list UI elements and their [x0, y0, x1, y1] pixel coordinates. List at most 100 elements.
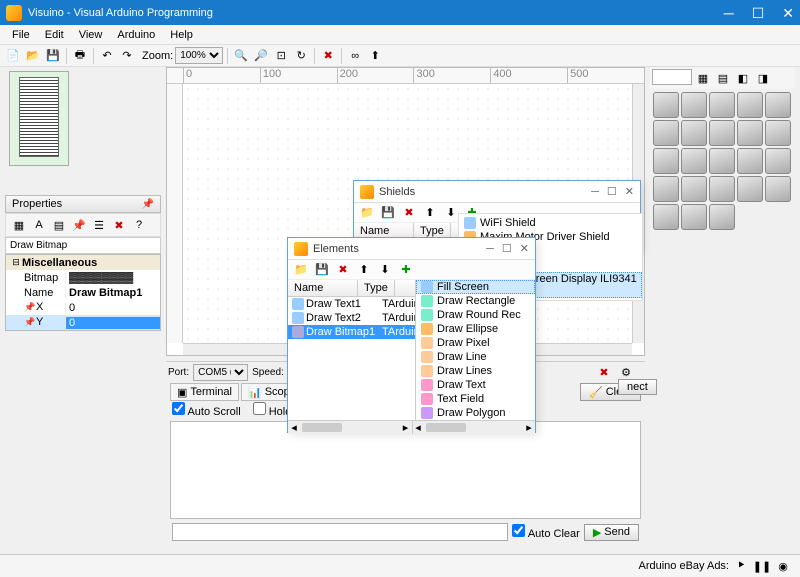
- send-input[interactable]: [172, 523, 508, 541]
- palette-item[interactable]: [765, 176, 791, 202]
- draw-option[interactable]: Draw Lines: [416, 364, 535, 378]
- terminal-output[interactable]: [170, 421, 641, 519]
- undo-icon[interactable]: ↶: [98, 47, 116, 65]
- zoom-in-icon[interactable]: 🔍: [232, 47, 250, 65]
- zoom-out-icon[interactable]: 🔎: [252, 47, 270, 65]
- prop-name-value[interactable]: Draw Bitmap1: [65, 287, 160, 299]
- props-sort-icon[interactable]: A: [30, 216, 48, 234]
- palette-item[interactable]: [765, 148, 791, 174]
- palette-cat3-icon[interactable]: ◧: [734, 69, 752, 87]
- status-icon-2[interactable]: ❚❚: [753, 557, 771, 575]
- draw-option[interactable]: Draw Round Rec: [416, 308, 535, 322]
- draw-option[interactable]: Draw Rectangle: [416, 294, 535, 308]
- elements-min-icon[interactable]: ─: [486, 243, 494, 255]
- preview-thumbnail[interactable]: [9, 71, 69, 166]
- autoclear-check[interactable]: Auto Clear: [512, 524, 579, 540]
- shields-close-icon[interactable]: ✕: [625, 185, 634, 198]
- palette-item[interactable]: [765, 120, 791, 146]
- menu-file[interactable]: File: [6, 27, 36, 43]
- hold-check[interactable]: Hold: [253, 402, 292, 418]
- shields-min-icon[interactable]: ─: [591, 186, 599, 198]
- elements-window[interactable]: Elements ─ ☐ ✕ 📁 💾 ✖ ⬆ ⬇ ✚ NameType Draw…: [287, 237, 536, 433]
- element-row[interactable]: Draw Text2TArduinoColo: [288, 311, 415, 325]
- elements-scroll-h[interactable]: ◂▸ ◂▸: [288, 420, 535, 434]
- pin-icon[interactable]: 📌: [142, 199, 154, 210]
- open-icon[interactable]: 📂: [24, 47, 42, 65]
- palette-item[interactable]: [681, 176, 707, 202]
- palette-search[interactable]: [652, 69, 692, 85]
- delete-icon[interactable]: ✖: [334, 261, 352, 279]
- autoscroll-check[interactable]: Auto Scroll: [172, 402, 241, 418]
- connect-button[interactable]: nect: [618, 379, 657, 395]
- palette-item[interactable]: [653, 148, 679, 174]
- props-clear-icon[interactable]: ✖: [110, 216, 128, 234]
- draw-option[interactable]: Draw Pixel: [416, 336, 535, 350]
- misc-group[interactable]: Miscellaneous: [22, 257, 97, 269]
- menu-edit[interactable]: Edit: [39, 27, 70, 43]
- port-select[interactable]: COM5 (U: [193, 364, 248, 381]
- menu-view[interactable]: View: [73, 27, 109, 43]
- arduino-icon[interactable]: ∞: [346, 47, 364, 65]
- element-row[interactable]: Draw Text1TArduinoColo: [288, 297, 415, 311]
- palette-item[interactable]: [709, 148, 735, 174]
- refresh-icon[interactable]: ↻: [292, 47, 310, 65]
- minimize-button[interactable]: ─: [724, 6, 734, 20]
- up-icon[interactable]: ⬆: [421, 204, 439, 222]
- save-icon[interactable]: 💾: [44, 47, 62, 65]
- delete-icon[interactable]: ✖: [400, 204, 418, 222]
- palette-item[interactable]: [737, 92, 763, 118]
- draw-option[interactable]: Draw Ellipse: [416, 322, 535, 336]
- palette-item[interactable]: [709, 120, 735, 146]
- draw-option[interactable]: Draw Line: [416, 350, 535, 364]
- palette-item[interactable]: [653, 92, 679, 118]
- prop-x-value[interactable]: 0: [65, 302, 160, 314]
- menu-arduino[interactable]: Arduino: [111, 27, 161, 43]
- props-pin-icon[interactable]: 📌: [70, 216, 88, 234]
- props-filter-icon[interactable]: ☰: [90, 216, 108, 234]
- upload-icon[interactable]: ⬆: [366, 47, 384, 65]
- element-row-selected[interactable]: Draw Bitmap1TArduinoColo: [288, 325, 415, 339]
- col-type[interactable]: Type: [358, 280, 395, 296]
- elements-side-list[interactable]: Fill Screen Draw Rectangle Draw Round Re…: [416, 280, 535, 420]
- redo-icon[interactable]: ↷: [118, 47, 136, 65]
- draw-option[interactable]: Draw Text: [416, 378, 535, 392]
- elements-titlebar[interactable]: Elements ─ ☐ ✕: [288, 238, 535, 260]
- add-icon[interactable]: ✚: [397, 261, 415, 279]
- palette-item[interactable]: [681, 148, 707, 174]
- send-button[interactable]: ▶Send: [584, 524, 639, 541]
- save-icon[interactable]: 💾: [379, 204, 397, 222]
- maximize-button[interactable]: ☐: [752, 6, 765, 20]
- elements-close-icon[interactable]: ✕: [520, 242, 529, 255]
- palette-item[interactable]: [653, 176, 679, 202]
- props-help-icon[interactable]: ?: [130, 216, 148, 234]
- palette-item[interactable]: [653, 204, 679, 230]
- prop-y-value[interactable]: 0: [65, 317, 160, 329]
- palette-item[interactable]: [681, 204, 707, 230]
- new-icon[interactable]: 📄: [4, 47, 22, 65]
- palette-item[interactable]: [709, 204, 735, 230]
- palette-item[interactable]: [737, 176, 763, 202]
- palette-cat2-icon[interactable]: ▤: [714, 69, 732, 87]
- palette-item[interactable]: [709, 176, 735, 202]
- draw-option[interactable]: Fill Screen: [416, 280, 535, 294]
- status-icon-3[interactable]: ◉: [774, 557, 792, 575]
- properties-tree[interactable]: ⊟Miscellaneous Bitmap▓▓▓▓▓▓▓▓ NameDraw B…: [5, 254, 161, 331]
- disconnect-icon[interactable]: ✖: [595, 364, 613, 382]
- shields-max-icon[interactable]: ☐: [607, 185, 617, 198]
- palette-item[interactable]: [653, 120, 679, 146]
- up-icon[interactable]: ⬆: [355, 261, 373, 279]
- tab-terminal[interactable]: ▣Terminal: [170, 383, 239, 401]
- status-icon-1[interactable]: ⯈: [732, 557, 750, 575]
- down-icon[interactable]: ⬇: [376, 261, 394, 279]
- palette-item[interactable]: [681, 92, 707, 118]
- shield-option[interactable]: WiFi Shield: [459, 216, 642, 230]
- props-cat-icon[interactable]: ▦: [10, 216, 28, 234]
- palette-item[interactable]: [737, 148, 763, 174]
- draw-option[interactable]: Text Field: [416, 392, 535, 406]
- zoom-select[interactable]: 100%: [175, 47, 223, 64]
- palette-item[interactable]: [709, 92, 735, 118]
- elements-list[interactable]: Draw Text1TArduinoColo Draw Text2TArduin…: [288, 297, 415, 339]
- menu-help[interactable]: Help: [164, 27, 199, 43]
- col-name[interactable]: Name: [288, 280, 358, 296]
- palette-cat1-icon[interactable]: ▦: [694, 69, 712, 87]
